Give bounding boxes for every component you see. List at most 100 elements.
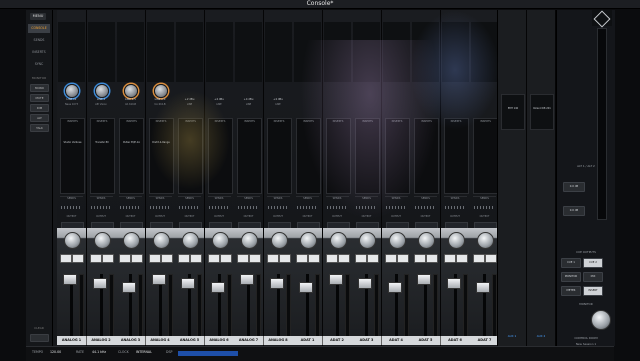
sends-dots[interactable]: [474, 206, 495, 209]
tab-inserts[interactable]: INSERTS: [28, 48, 50, 57]
mute-button[interactable]: [190, 254, 202, 263]
inserts-panel[interactable]: INSERTS Transfer 80: [89, 118, 115, 194]
mute-button[interactable]: [219, 254, 232, 263]
solo-button[interactable]: [60, 254, 72, 263]
sends-dots[interactable]: [415, 206, 436, 209]
solo-button[interactable]: [414, 254, 426, 263]
insert-slot[interactable]: Distrt & Range: [152, 141, 171, 144]
inserts-panel[interactable]: INSERTS: [207, 118, 233, 194]
monitor-level-knob[interactable]: [591, 310, 611, 330]
solo-button[interactable]: [325, 254, 338, 263]
pan-knob[interactable]: [477, 232, 494, 249]
inserts-panel[interactable]: INSERTS: [325, 118, 351, 194]
mute-button[interactable]: [367, 254, 379, 263]
sends-dots[interactable]: [238, 206, 259, 209]
mute-button[interactable]: [308, 254, 320, 263]
sends-dots[interactable]: [267, 206, 289, 209]
fader-cap[interactable]: [92, 278, 107, 289]
clear-button[interactable]: [30, 334, 49, 342]
alt-value-2[interactable]: 0.0 dB: [563, 206, 585, 216]
fader-cap[interactable]: [387, 282, 402, 293]
channel-name[interactable]: ANALOG 5: [175, 336, 205, 345]
channel-name[interactable]: ANALOG 2: [86, 336, 117, 345]
channel-name[interactable]: ANALOG 6: [204, 336, 235, 345]
inserts-panel[interactable]: INSERTS: [178, 118, 203, 194]
insert-slot[interactable]: Transfer 80: [93, 141, 112, 144]
sends-dots[interactable]: [326, 206, 348, 209]
inserts-panel[interactable]: INSERTS: [384, 118, 410, 194]
tab-sync[interactable]: SYNC: [28, 60, 50, 69]
channel-name[interactable]: ADAT 2: [322, 336, 353, 345]
sends-dots[interactable]: [208, 206, 230, 209]
sends-dots[interactable]: [120, 206, 141, 209]
mute-button[interactable]: [101, 254, 114, 263]
insert-button[interactable]: INSERT: [583, 286, 603, 296]
pan-knob[interactable]: [418, 232, 435, 249]
mute-button[interactable]: [426, 254, 438, 263]
fader-cap[interactable]: [476, 282, 490, 293]
fader-cap[interactable]: [446, 278, 461, 289]
mute-button[interactable]: [337, 254, 350, 263]
sends-dots[interactable]: [179, 206, 200, 209]
pan-knob[interactable]: [241, 232, 258, 249]
inserts-panel[interactable]: INSERTS Pultec EQP-1A: [119, 118, 144, 194]
sends-dots[interactable]: [61, 206, 82, 209]
channel-name[interactable]: ANALOG 7: [234, 336, 264, 345]
aux-fx-slot[interactable]: EMT 140: [501, 94, 525, 130]
sends-dots[interactable]: [444, 206, 466, 209]
mono-button[interactable]: MONO: [30, 84, 49, 92]
channel-name[interactable]: ANALOG 3: [116, 336, 146, 345]
fader-cap[interactable]: [328, 274, 343, 285]
insert-slot[interactable]: Pultec EQP-1A: [122, 141, 141, 144]
fader-cap[interactable]: [151, 274, 166, 285]
inserts-panel[interactable]: INSERTS: [266, 118, 292, 194]
pan-knob[interactable]: [211, 232, 229, 249]
inserts-panel[interactable]: INSERTS: [355, 118, 380, 194]
sends-dots[interactable]: [385, 206, 407, 209]
aux-fx-slot[interactable]: Roland RE-201: [530, 94, 554, 130]
sends-dots[interactable]: [356, 206, 377, 209]
gain-knob[interactable]: [153, 84, 168, 98]
inserts-panel[interactable]: INSERTS Distrt & Range: [148, 118, 174, 194]
channel-name[interactable]: ANALOG 8: [263, 336, 294, 345]
mute-button[interactable]: MUTE: [30, 94, 49, 102]
pan-knob[interactable]: [388, 232, 406, 249]
channel-name[interactable]: ADAT 5: [411, 336, 441, 345]
solo-button[interactable]: [355, 254, 367, 263]
mute-button[interactable]: [72, 254, 84, 263]
pan-knob[interactable]: [329, 232, 347, 249]
fader-cap[interactable]: [299, 282, 313, 293]
inserts-panel[interactable]: INSERTS: [443, 118, 469, 194]
cue1-button[interactable]: CUE 1: [561, 258, 581, 268]
fader-cap[interactable]: [63, 274, 77, 285]
solo-button[interactable]: [89, 254, 102, 263]
mute-button[interactable]: [396, 254, 409, 263]
sends-dots[interactable]: [149, 206, 171, 209]
mute-button[interactable]: [455, 254, 468, 263]
solo-button[interactable]: [207, 254, 220, 263]
rate-value[interactable]: 44.1 kHz: [92, 350, 106, 354]
monitor-button[interactable]: MONITOR: [561, 272, 581, 282]
pan-knob[interactable]: [152, 232, 170, 249]
solo-button[interactable]: [473, 254, 485, 263]
tab-console[interactable]: CONSOLE: [28, 24, 50, 33]
mute-button[interactable]: [485, 254, 497, 263]
tempo-value[interactable]: 120.00: [50, 350, 61, 354]
solo-button[interactable]: [237, 254, 249, 263]
clock-value[interactable]: INTERNAL: [136, 350, 152, 354]
fader-cap[interactable]: [358, 278, 372, 289]
fader-cap[interactable]: [240, 274, 254, 285]
pan-knob[interactable]: [123, 232, 140, 249]
solo-button[interactable]: [119, 254, 131, 263]
inserts-panel[interactable]: INSERTS: [473, 118, 498, 194]
fader-cap[interactable]: [269, 278, 284, 289]
channel-name[interactable]: ADAT 1: [293, 336, 323, 345]
inserts-panel[interactable]: INSERTS: [237, 118, 262, 194]
mute-button[interactable]: [249, 254, 261, 263]
sends-dots[interactable]: [297, 206, 318, 209]
pan-knob[interactable]: [182, 232, 199, 249]
fader-cap[interactable]: [122, 282, 136, 293]
mute-button[interactable]: [160, 254, 173, 263]
mute-button[interactable]: [278, 254, 291, 263]
channel-name[interactable]: ANALOG 1: [57, 336, 87, 345]
